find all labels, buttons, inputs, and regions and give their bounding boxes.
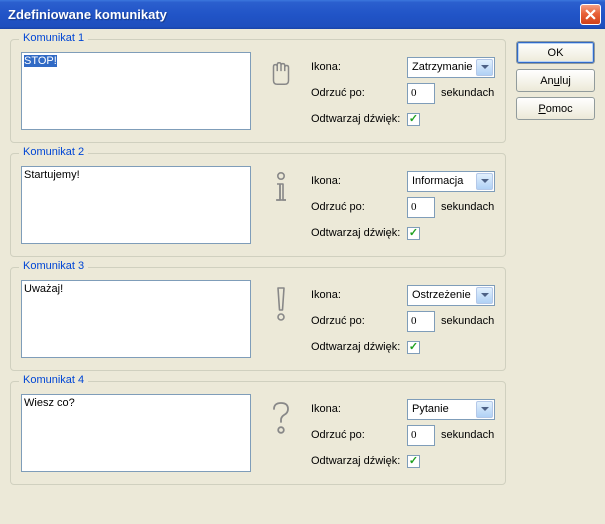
icon-label: Ikona: [311,403,401,415]
window-title: Zdefiniowane komunikaty [8,7,167,22]
icon-label: Ikona: [311,61,401,73]
sound-checkbox[interactable] [407,455,420,468]
question-icon [261,394,301,472]
icon-select[interactable]: Pytanie [407,399,495,420]
message-group: Komunikat 3Uważaj!Ikona:OstrzeżenieOdrzu… [10,267,506,371]
chevron-down-icon [476,173,493,190]
sound-label: Odtwarzaj dźwięk: [311,227,401,239]
group-legend: Komunikat 4 [19,374,88,386]
dismiss-input[interactable] [407,311,435,332]
exclaim-icon [261,280,301,358]
message-group: Komunikat 4Wiesz co?Ikona:PytanieOdrzuć … [10,381,506,485]
icon-select[interactable]: Ostrzeżenie [407,285,495,306]
sound-label: Odtwarzaj dźwięk: [311,113,401,125]
dismiss-label: Odrzuć po: [311,315,401,327]
seconds-label: sekundach [441,429,494,441]
message-textarea[interactable]: Startujemy! [21,166,251,244]
seconds-label: sekundach [441,201,494,213]
group-legend: Komunikat 1 [19,32,88,44]
close-button[interactable] [580,4,601,25]
message-text-selected: STOP! [24,55,57,67]
chevron-down-icon [476,59,493,76]
dismiss-label: Odrzuć po: [311,429,401,441]
close-icon [585,9,596,20]
group-legend: Komunikat 2 [19,146,88,158]
sound-checkbox[interactable] [407,227,420,240]
cancel-button[interactable]: Anuluj [516,69,595,92]
sound-label: Odtwarzaj dźwięk: [311,341,401,353]
help-button[interactable]: Pomoc [516,97,595,120]
icon-select[interactable]: Zatrzymanie [407,57,495,78]
dismiss-label: Odrzuć po: [311,201,401,213]
group-legend: Komunikat 3 [19,260,88,272]
sound-label: Odtwarzaj dźwięk: [311,455,401,467]
message-textarea[interactable]: Wiesz co? [21,394,251,472]
sound-checkbox[interactable] [407,341,420,354]
seconds-label: sekundach [441,87,494,99]
seconds-label: sekundach [441,315,494,327]
message-group: Komunikat 2Startujemy!Ikona:InformacjaOd… [10,153,506,257]
ok-button[interactable]: OK [516,41,595,64]
icon-select[interactable]: Informacja [407,171,495,192]
info-icon [261,166,301,244]
message-textarea[interactable]: Uważaj! [21,280,251,358]
titlebar: Zdefiniowane komunikaty [0,0,605,29]
dismiss-label: Odrzuć po: [311,87,401,99]
chevron-down-icon [476,287,493,304]
hand-icon [261,52,301,130]
dismiss-input[interactable] [407,425,435,446]
sound-checkbox[interactable] [407,113,420,126]
dismiss-input[interactable] [407,83,435,104]
dismiss-input[interactable] [407,197,435,218]
message-group: Komunikat 1STOP!Ikona:ZatrzymanieOdrzuć … [10,39,506,143]
icon-label: Ikona: [311,175,401,187]
icon-label: Ikona: [311,289,401,301]
chevron-down-icon [476,401,493,418]
